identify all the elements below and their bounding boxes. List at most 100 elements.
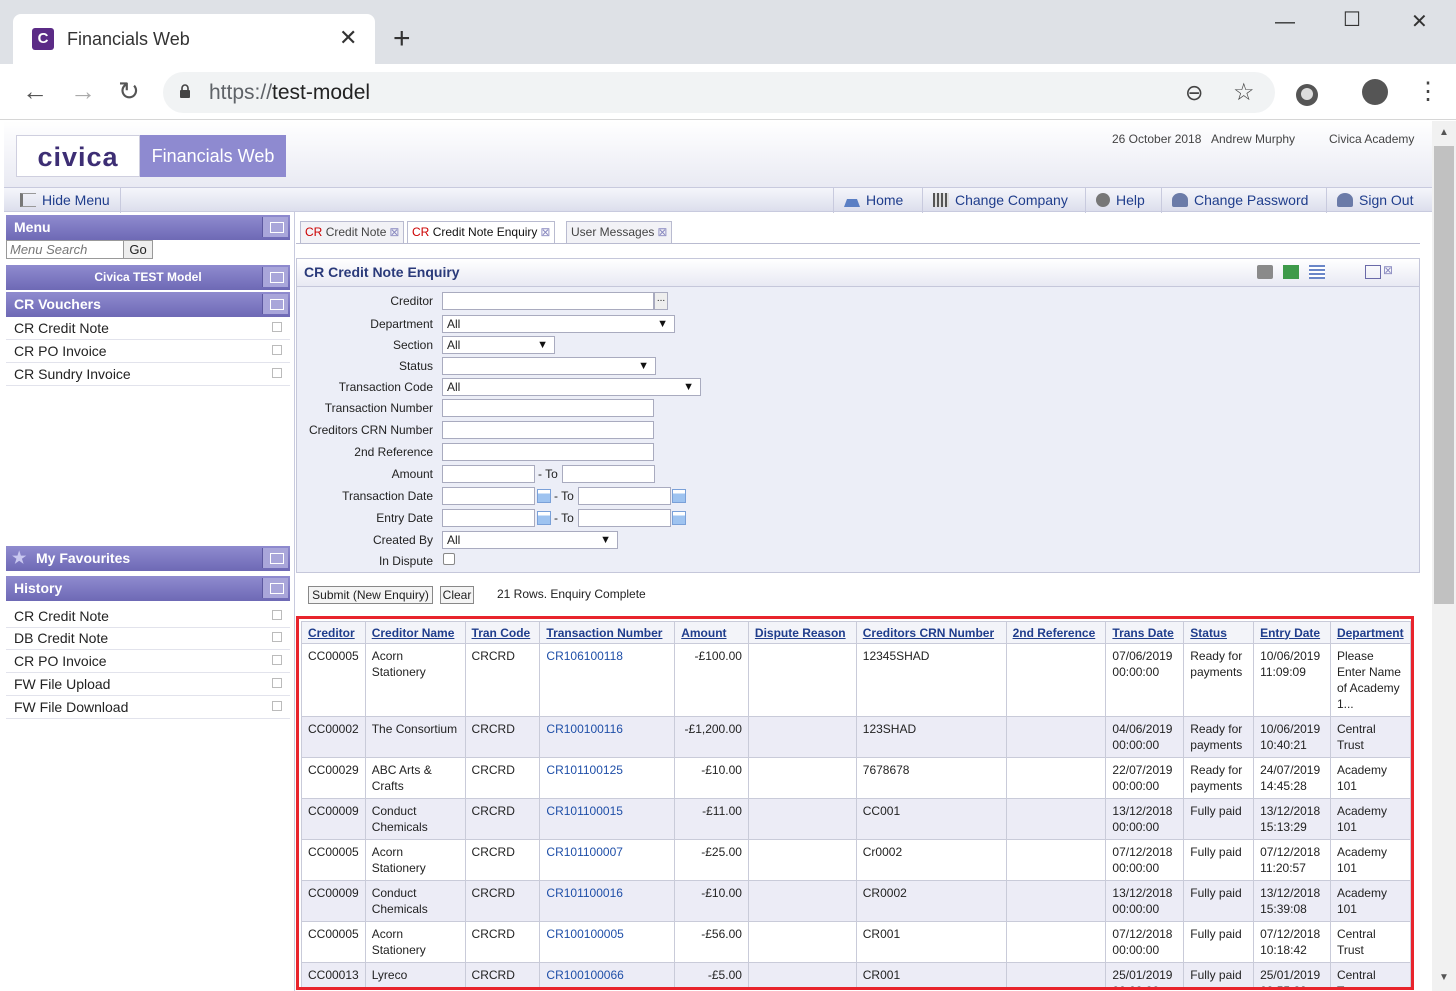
close-tab-icon[interactable]: ⊠ <box>389 225 399 239</box>
column-header-transaction-number[interactable]: Transaction Number <box>539 621 676 644</box>
scroll-down-icon[interactable]: ▼ <box>1439 972 1449 983</box>
table-row[interactable]: CC00005 Acorn Stationery CRCRD CR106100118-… <box>301 643 1411 717</box>
open-external-icon[interactable] <box>272 322 282 332</box>
creditors-crn-input[interactable] <box>442 421 654 439</box>
export-list-icon[interactable] <box>1309 265 1325 279</box>
cell-transaction-number[interactable]: CR100100116 <box>539 716 676 758</box>
change-company-button[interactable]: Change Company <box>922 188 1078 213</box>
table-row[interactable]: CC00013 Lyreco CRCRD CR100100066 -£5.00 CR001… <box>301 962 1411 987</box>
calendar-icon[interactable] <box>537 511 551 525</box>
scroll-thumb[interactable] <box>1434 146 1454 604</box>
cell-transaction-number[interactable]: CR101100015 <box>539 798 676 840</box>
history-item[interactable]: FW File Upload <box>6 673 290 696</box>
table-row[interactable]: CC00009 Conduct Chemicals CRCRD CR101100016… <box>301 880 1411 922</box>
column-header-tran-code[interactable]: Tran Code <box>464 621 541 644</box>
column-header-entry-date[interactable]: Entry Date <box>1253 621 1331 644</box>
table-row[interactable]: CC00005 Acorn Stationery CRCRD CR100100005-… <box>301 921 1411 963</box>
forward-icon[interactable]: → <box>70 76 96 106</box>
history-item[interactable]: CR Credit Note <box>6 605 290 628</box>
sidebar-item-cr-credit-note[interactable]: CR Credit Note <box>6 317 290 340</box>
home-button[interactable]: Home <box>833 188 913 213</box>
cell-transaction-number[interactable]: CR106100118 <box>539 643 676 717</box>
status-select[interactable] <box>442 357 656 375</box>
in-dispute-checkbox[interactable] <box>443 553 455 565</box>
sidebar-item-cr-po-invoice[interactable]: CR PO Invoice <box>6 340 290 363</box>
cell-transaction-number[interactable]: CR101100125 <box>539 757 676 799</box>
calendar-icon[interactable] <box>537 489 551 503</box>
open-external-icon[interactable] <box>272 610 282 620</box>
history-item[interactable]: CR PO Invoice <box>6 650 290 673</box>
extension-icon[interactable] <box>1296 84 1318 106</box>
help-button[interactable]: Help <box>1085 188 1155 213</box>
close-tab-icon[interactable]: ⊠ <box>657 225 667 239</box>
panel-close-icon[interactable]: ⊠ <box>1383 263 1393 277</box>
address-bar[interactable]: https://test-model ⊖ ☆ <box>163 72 1275 113</box>
clear-button[interactable]: Clear <box>440 586 474 604</box>
history-item[interactable]: DB Credit Note <box>6 627 290 650</box>
creditor-input[interactable] <box>442 292 654 310</box>
entry-date-to-input[interactable] <box>578 509 671 527</box>
pin-icon[interactable] <box>262 267 288 287</box>
maximize-icon[interactable]: ☐ <box>1343 8 1361 32</box>
column-header-creditor[interactable]: Creditor <box>301 621 366 644</box>
column-header-trans-date[interactable]: Trans Date <box>1105 621 1185 644</box>
sign-out-button[interactable]: Sign Out <box>1326 188 1423 213</box>
calendar-icon[interactable] <box>672 511 686 525</box>
calendar-icon[interactable] <box>672 489 686 503</box>
close-tab-icon[interactable]: ✕ <box>339 26 357 50</box>
reload-icon[interactable]: ↻ <box>118 76 140 106</box>
model-header[interactable]: Civica TEST Model <box>6 265 290 290</box>
panel-pin-icon[interactable] <box>1365 265 1381 279</box>
pin-icon[interactable] <box>262 217 288 237</box>
table-row[interactable]: CC00029 ABC Arts & Crafts CRCRD CR101100125… <box>301 757 1411 799</box>
close-tab-icon[interactable]: ⊠ <box>540 225 550 239</box>
history-item[interactable]: FW File Download <box>6 696 290 719</box>
hide-menu-button[interactable]: Hide Menu <box>10 188 121 213</box>
browser-tab[interactable]: C Financials Web ✕ <box>13 14 375 64</box>
change-password-button[interactable]: Change Password <box>1161 188 1318 213</box>
section-select[interactable]: All <box>442 336 555 354</box>
menu-search-go-button[interactable]: Go <box>123 240 153 259</box>
pin-icon[interactable] <box>262 548 288 568</box>
transaction-code-select[interactable]: All <box>442 378 701 396</box>
department-select[interactable]: All <box>442 315 675 333</box>
sidebar-item-cr-sundry-invoice[interactable]: CR Sundry Invoice <box>6 363 290 386</box>
table-row[interactable]: CC00009 Conduct Chemicals CRCRD CR101100015… <box>301 798 1411 840</box>
transaction-date-from-input[interactable] <box>442 487 535 505</box>
open-external-icon[interactable] <box>272 368 282 378</box>
column-header-amount[interactable]: Amount <box>674 621 749 644</box>
created-by-select[interactable]: All <box>442 531 618 549</box>
cell-transaction-number[interactable]: CR101100016 <box>539 880 676 922</box>
submit-new-enquiry-button[interactable]: Submit (New Enquiry) <box>308 586 433 604</box>
table-row[interactable]: CC00002 The Consortium CRCRD CR100100116 -£1… <box>301 716 1411 758</box>
profile-avatar-icon[interactable] <box>1362 79 1388 105</box>
entry-date-from-input[interactable] <box>442 509 535 527</box>
tab-cr-credit-note-enquiry[interactable]: CR Credit Note Enquiry ⊠ <box>407 221 556 244</box>
open-external-icon[interactable] <box>272 345 282 355</box>
cell-transaction-number[interactable]: CR100100005 <box>539 921 676 963</box>
table-row[interactable]: CC00005 Acorn Stationery CRCRD CR101100007-… <box>301 839 1411 881</box>
amount-to-input[interactable] <box>562 465 655 483</box>
column-header-department[interactable]: Department <box>1329 621 1411 644</box>
bookmark-star-icon[interactable]: ☆ <box>1233 78 1255 107</box>
open-external-icon[interactable] <box>272 701 282 711</box>
cell-transaction-number[interactable]: CR100100066 <box>539 962 676 987</box>
column-header-creditor-name[interactable]: Creditor Name <box>364 621 466 644</box>
pin-icon[interactable] <box>262 578 288 598</box>
export-excel-icon[interactable] <box>1283 265 1299 279</box>
zoom-icon[interactable]: ⊖ <box>1185 80 1203 106</box>
creditor-lookup-button[interactable]: ... <box>654 292 668 310</box>
cell-transaction-number[interactable]: CR101100007 <box>539 839 676 881</box>
open-external-icon[interactable] <box>272 655 282 665</box>
back-icon[interactable]: ← <box>22 76 48 106</box>
browser-menu-icon[interactable]: ⋮ <box>1416 78 1440 106</box>
minimize-icon[interactable]: — <box>1275 10 1295 34</box>
collapse-icon[interactable] <box>262 294 288 314</box>
column-header-creditors-crn-number[interactable]: Creditors CRN Number <box>855 621 1007 644</box>
second-reference-input[interactable] <box>442 443 654 461</box>
open-external-icon[interactable] <box>272 632 282 642</box>
transaction-date-to-input[interactable] <box>578 487 671 505</box>
vouchers-header[interactable]: CR Vouchers <box>6 292 290 317</box>
menu-search-input[interactable]: Menu Search <box>6 240 124 259</box>
tab-user-messages[interactable]: User Messages ⊠ <box>566 221 673 243</box>
